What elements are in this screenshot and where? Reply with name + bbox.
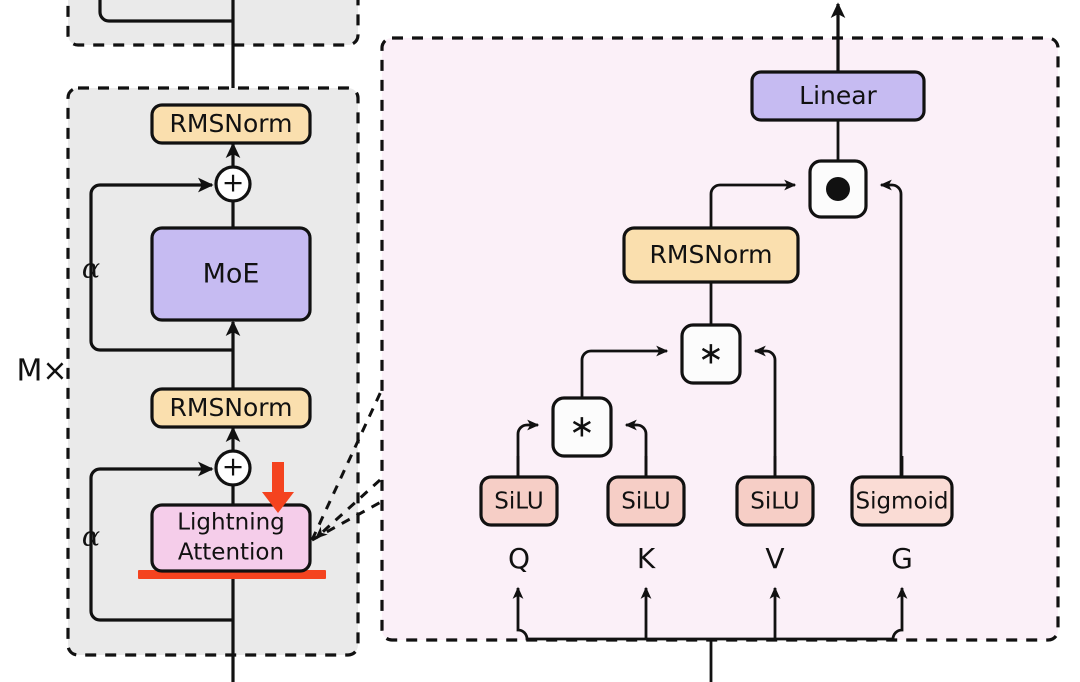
rmsnorm-mid-label: RMSNorm: [170, 393, 293, 422]
moe-label: MoE: [203, 259, 260, 290]
input-label-g: G: [891, 542, 913, 575]
add-operator-lower-glyph: +: [222, 452, 245, 483]
rmsnorm-top-label: RMSNorm: [170, 109, 293, 138]
multiply-low-glyph: ∗: [569, 409, 595, 445]
multiply-top-glyph: ∗: [698, 336, 724, 372]
silu-k-label: SiLU: [621, 489, 671, 515]
diagram-root: M× Lightning Attention α + RMSNorm MoE α…: [0, 0, 1080, 682]
architecture-diagram: M× Lightning Attention α + RMSNorm MoE α…: [16, 0, 1060, 682]
linear-label: Linear: [799, 81, 877, 110]
elementwise-product-dot: [826, 177, 850, 201]
silu-q-label: SiLU: [494, 489, 544, 515]
lightning-attention-label-line1: Lightning: [177, 510, 285, 536]
silu-v-label: SiLU: [750, 489, 800, 515]
repeat-count-label: M×: [16, 354, 67, 389]
residual-scale-label-upper: α: [82, 254, 100, 285]
input-label-k: K: [637, 542, 656, 575]
lightning-attention-label-line2: Attention: [178, 540, 284, 566]
input-label-v: V: [765, 542, 784, 575]
input-label-q: Q: [508, 542, 530, 575]
rmsnorm-detail-label: RMSNorm: [650, 240, 773, 269]
add-operator-upper-glyph: +: [222, 168, 245, 199]
sigmoid-g-label: Sigmoid: [855, 489, 948, 515]
residual-scale-label-lower: α: [82, 522, 100, 553]
